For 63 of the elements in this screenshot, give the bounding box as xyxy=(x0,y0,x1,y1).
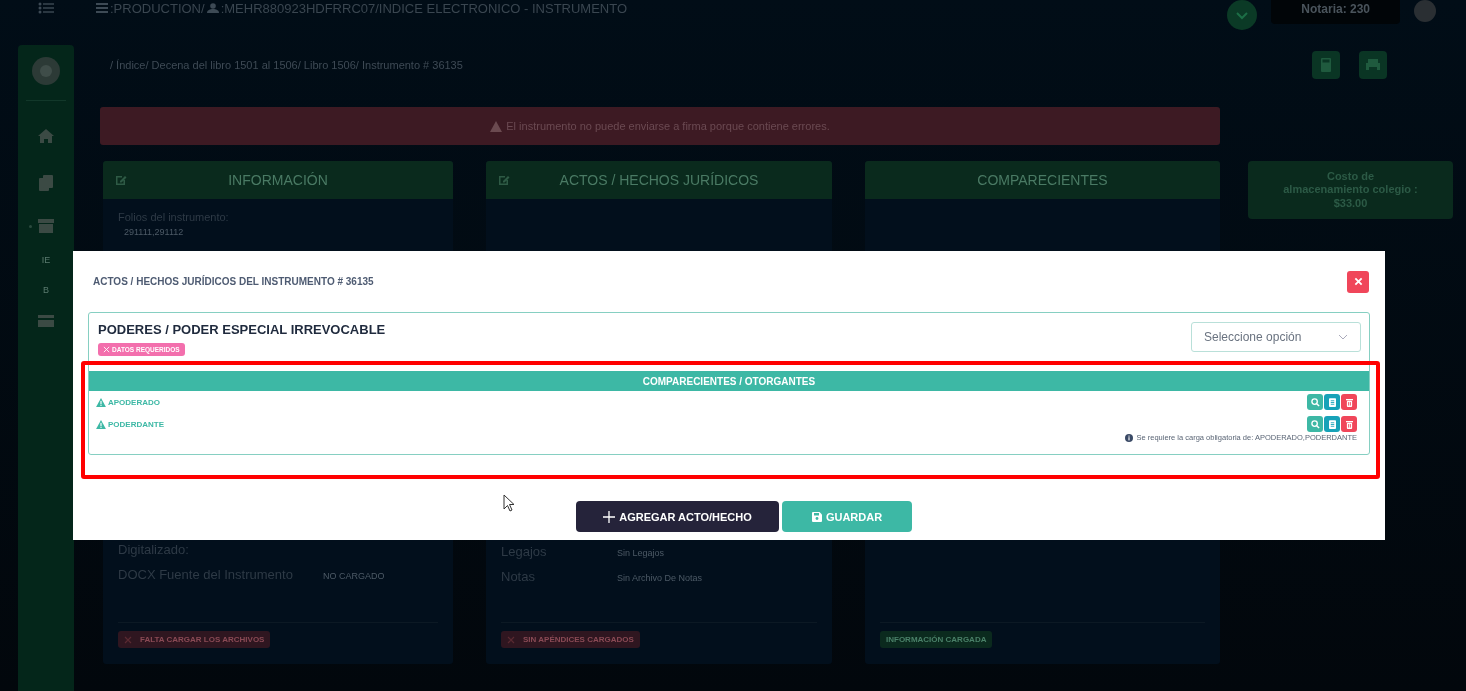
copy-icon[interactable] xyxy=(39,175,53,191)
avatar-icon[interactable] xyxy=(1414,0,1436,22)
trash-icon xyxy=(1345,419,1353,429)
menu-icon xyxy=(96,3,108,13)
field-value: 291111,291112 xyxy=(124,227,185,237)
close-icon xyxy=(103,346,110,353)
party-role: APODERADO xyxy=(108,397,160,407)
trash-icon xyxy=(1345,397,1353,407)
search-icon xyxy=(1310,419,1320,429)
card-title: ACTOS / HECHOS JURÍDICOS xyxy=(559,172,759,188)
chevron-down-icon[interactable] xyxy=(1227,0,1258,30)
add-button[interactable]: AGREGAR ACTO/HECHO xyxy=(576,501,779,532)
field-value: Sin Archivo De Notas xyxy=(617,573,703,583)
edit-icon[interactable] xyxy=(498,174,510,186)
warning-icon xyxy=(96,419,106,429)
path-text: :PRODUCTION/ xyxy=(110,0,205,16)
field-value: Sin Legajos xyxy=(617,548,665,558)
archive-icon[interactable] xyxy=(37,219,54,233)
chevron-down-icon xyxy=(1338,334,1348,340)
warning-icon xyxy=(490,120,503,132)
act-title: PODERES / PODER ESPECIAL IRREVOCABLE xyxy=(98,322,386,337)
print-icon[interactable] xyxy=(1359,51,1387,79)
save-icon xyxy=(811,511,822,522)
card-title: INFORMACIÓN xyxy=(228,172,328,188)
warning-icon xyxy=(96,397,106,407)
breadcrumb: / Índice/ Decena del libro 1501 al 1506/ Libro 1506/ Instrumento # 36135 xyxy=(110,59,463,71)
delete-button[interactable] xyxy=(1341,394,1357,410)
info-icon xyxy=(1125,433,1134,442)
modal-title: ACTOS / HECHOS JURÍDICOS DEL INSTRUMENTO # 36135 xyxy=(93,276,374,287)
document-button[interactable] xyxy=(1324,416,1340,432)
card-icon[interactable] xyxy=(38,315,54,327)
field-value: NO CARGADO xyxy=(323,571,385,581)
section-header: COMPARECIENTES / OTORGANTES xyxy=(89,371,1369,391)
close-icon xyxy=(507,635,515,644)
delete-button[interactable] xyxy=(1341,416,1357,432)
notary-label: Notaria: 230 xyxy=(1271,0,1400,24)
option-select[interactable]: Seleccione opción xyxy=(1191,322,1361,352)
plus-icon xyxy=(603,510,616,523)
party-role: PODERDANTE xyxy=(108,419,164,429)
logo-icon[interactable] xyxy=(32,57,60,85)
search-icon xyxy=(1310,397,1320,407)
search-button[interactable] xyxy=(1307,416,1323,432)
status-badge: SIN APÉNDICES CARGADOS xyxy=(501,631,640,648)
card-title: COMPARECIENTES xyxy=(977,172,1108,188)
save-button[interactable]: GUARDAR xyxy=(782,501,912,532)
search-button[interactable] xyxy=(1307,394,1323,410)
home-icon[interactable] xyxy=(38,129,54,143)
status-badge: FALTA CARGAR LOS ARCHIVOS xyxy=(118,631,271,648)
document-icon xyxy=(1328,419,1336,429)
sidebar-item[interactable]: B xyxy=(43,285,49,295)
close-icon xyxy=(1353,277,1363,286)
close-icon xyxy=(124,635,132,644)
edit-icon[interactable] xyxy=(115,174,127,186)
document-button[interactable] xyxy=(1324,394,1340,410)
close-button[interactable] xyxy=(1347,270,1369,293)
status-badge: INFORMACIÓN CARGADA xyxy=(880,631,993,648)
user-icon xyxy=(206,3,219,13)
list-icon[interactable] xyxy=(38,2,54,14)
sidebar-item[interactable]: IE xyxy=(41,255,51,265)
cursor-icon xyxy=(503,494,515,512)
document-icon xyxy=(1328,397,1336,407)
calculator-icon[interactable] xyxy=(1312,51,1340,79)
path-text: :MEHR880923HDFRRC07/INDICE ELECTRONICO - INSTRUMENTO xyxy=(220,0,628,16)
